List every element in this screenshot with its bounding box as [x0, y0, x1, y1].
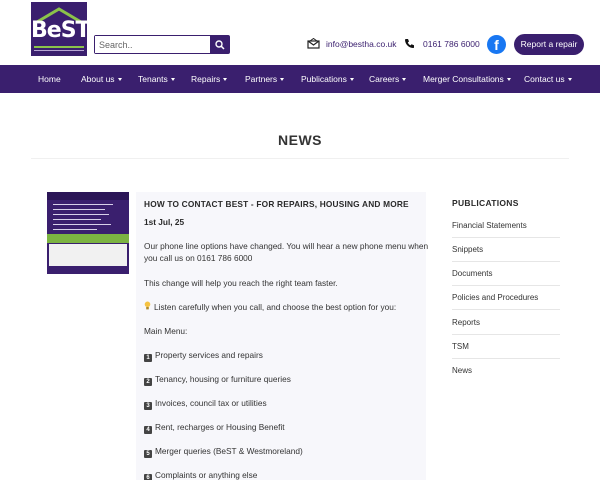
nav-repairs[interactable]: Repairs	[191, 65, 228, 93]
divider	[452, 261, 560, 262]
nav-publications[interactable]: Publications	[301, 65, 354, 93]
divider	[452, 309, 560, 310]
article-paragraph: you call us on 0161 786 6000	[144, 253, 253, 263]
nav-label: Home	[38, 74, 61, 84]
article-card: HOW TO CONTACT BEST - FOR REPAIRS, HOUSI…	[136, 192, 429, 480]
divider	[31, 158, 569, 159]
menu-option-label: Merger queries (BeST & Westmoreland)	[155, 446, 303, 456]
nav-label: Repairs	[191, 74, 221, 84]
nav-label: Contact us	[524, 74, 565, 84]
main-nav: Home About us Tenants Repairs Partners P…	[0, 65, 600, 93]
nav-label: Careers	[369, 74, 400, 84]
article-paragraph: This change will help you reach the righ…	[144, 278, 338, 288]
divider	[452, 334, 560, 335]
menu-option: 6 Complaints or anything else	[144, 469, 257, 480]
page-title: NEWS	[278, 132, 322, 148]
chevron-down-icon	[223, 78, 228, 82]
search-input[interactable]	[95, 36, 210, 53]
chevron-down-icon	[567, 78, 572, 82]
article-title[interactable]: HOW TO CONTACT BEST - FOR REPAIRS, HOUSI…	[144, 199, 409, 209]
search-box	[94, 35, 230, 54]
menu-heading: Main Menu:	[144, 326, 188, 336]
search-icon	[214, 39, 225, 50]
menu-option-label: Property services and repairs	[155, 350, 263, 360]
number-key-icon: 6	[144, 474, 152, 480]
chevron-down-icon	[170, 78, 175, 82]
phone-link[interactable]: 0161 786 6000	[404, 38, 480, 49]
divider	[452, 285, 560, 286]
report-repair-button[interactable]: Report a repair	[514, 34, 584, 55]
chevron-down-icon	[349, 78, 354, 82]
sidebar-item-tsm[interactable]: TSM	[452, 342, 560, 351]
phone-text: 0161 786 6000	[423, 38, 480, 49]
logo-divider	[34, 50, 84, 51]
menu-option: 5 Merger queries (BeST & Westmoreland)	[144, 445, 303, 458]
thumbnail-line	[53, 229, 97, 230]
envelope-icon	[307, 38, 320, 49]
nav-tenants[interactable]: Tenants	[138, 65, 175, 93]
nav-contact-us[interactable]: Contact us	[524, 65, 572, 93]
sidebar-item-snippets[interactable]: Snippets	[452, 245, 560, 254]
sidebar-heading: PUBLICATIONS	[452, 198, 519, 208]
lightbulb-icon	[144, 301, 151, 313]
menu-option-label: Invoices, council tax or utilities	[155, 398, 267, 408]
nav-home[interactable]: Home	[38, 65, 61, 93]
email-link[interactable]: info@bestha.co.uk	[307, 38, 397, 49]
sidebar-item-documents[interactable]: Documents	[452, 269, 560, 278]
nav-label: Partners	[245, 74, 278, 84]
thumbnail-header	[47, 192, 129, 200]
article-thumbnail[interactable]	[47, 192, 129, 274]
menu-option: 1 Property services and repairs	[144, 349, 263, 362]
number-key-icon: 3	[144, 402, 152, 410]
nav-about-us[interactable]: About us	[81, 65, 122, 93]
phone-icon	[405, 39, 414, 48]
number-key-icon: 1	[144, 354, 152, 362]
number-key-icon: 4	[144, 426, 152, 434]
nav-partners[interactable]: Partners	[245, 65, 285, 93]
nav-label: About us	[81, 74, 115, 84]
article-paragraph: Listen carefully when you call, and choo…	[144, 301, 396, 313]
thumbnail-line	[53, 219, 101, 220]
thumbnail-green-band	[47, 234, 129, 243]
nav-careers[interactable]: Careers	[369, 65, 407, 93]
best-logo[interactable]: BeST	[31, 2, 87, 56]
nav-label: Publications	[301, 74, 347, 84]
article-text: Listen carefully when you call, and choo…	[154, 302, 397, 312]
nav-label: Tenants	[138, 74, 168, 84]
chevron-down-icon	[506, 78, 511, 82]
menu-option-label: Rent, recharges or Housing Benefit	[155, 422, 285, 432]
article-date: 1st Jul, 25	[144, 217, 185, 227]
thumbnail-options-panel	[49, 244, 127, 266]
thumbnail-line	[53, 204, 113, 205]
thumbnail-line	[53, 224, 111, 225]
sidebar-item-policies[interactable]: Policies and Procedures	[452, 293, 560, 302]
search-button[interactable]	[210, 36, 229, 53]
thumbnail-line	[53, 209, 105, 210]
chevron-down-icon	[280, 78, 285, 82]
sidebar-item-news[interactable]: News	[452, 366, 560, 375]
sidebar-item-reports[interactable]: Reports	[452, 318, 560, 327]
site-header: BeST info@bestha.co.uk 0161 786 6000 f R…	[0, 0, 600, 64]
menu-option-label: Tenancy, housing or furniture queries	[155, 374, 291, 384]
nav-merger-consultations[interactable]: Merger Consultations	[423, 65, 511, 93]
divider	[452, 358, 560, 359]
chevron-down-icon	[402, 78, 407, 82]
email-text: info@bestha.co.uk	[326, 38, 397, 49]
thumbnail-line	[53, 214, 109, 215]
logo-text: BeST	[31, 18, 87, 43]
article-paragraph: Our phone line options have changed. You…	[144, 241, 429, 251]
chevron-down-icon	[117, 78, 122, 82]
number-key-icon: 5	[144, 450, 152, 458]
logo-green-bar	[34, 46, 84, 48]
menu-option: 4 Rent, recharges or Housing Benefit	[144, 421, 285, 434]
menu-option: 2 Tenancy, housing or furniture queries	[144, 373, 291, 386]
number-key-icon: 2	[144, 378, 152, 386]
sidebar-item-financial-statements[interactable]: Financial Statements	[452, 221, 560, 230]
menu-option: 3 Invoices, council tax or utilities	[144, 397, 267, 410]
facebook-icon[interactable]: f	[487, 35, 506, 54]
menu-option-label: Complaints or anything else	[155, 470, 258, 480]
nav-label: Merger Consultations	[423, 74, 504, 84]
divider	[452, 237, 560, 238]
